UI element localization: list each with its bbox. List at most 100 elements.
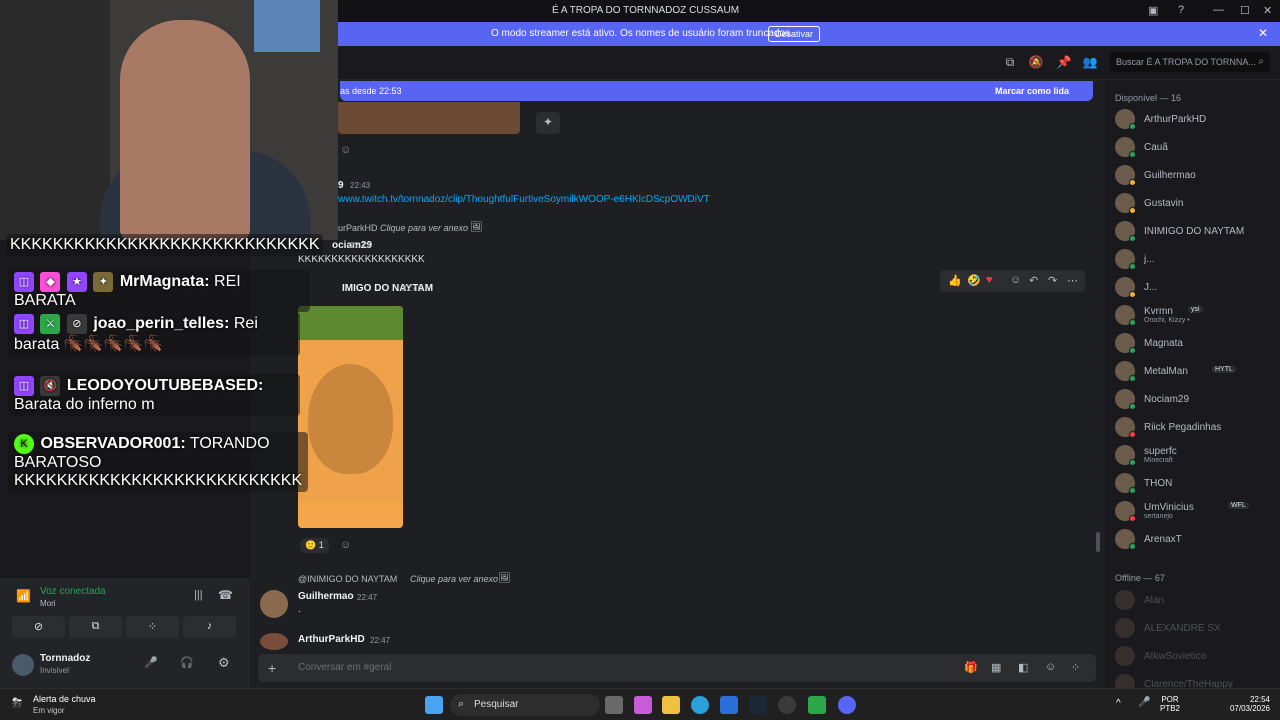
reply-icon[interactable]: ↶ [1029, 274, 1038, 287]
help-icon[interactable]: ? [1178, 4, 1184, 16]
member-item[interactable]: Magnata [1111, 330, 1276, 356]
voice-channel[interactable]: Mori [40, 599, 56, 608]
clip-link[interactable]: www.twitch.tv/tornnadoz/clip/ThoughtfulF… [338, 194, 710, 205]
message-author[interactable]: Guilhermao [298, 591, 354, 602]
add-reaction-icon[interactable]: ☺ [1010, 274, 1021, 286]
store-icon[interactable] [720, 696, 738, 714]
add-reaction-icon[interactable]: ☺ [340, 539, 351, 551]
member-list-icon[interactable]: 👥 [1082, 55, 1098, 71]
disconnect-icon[interactable]: ☎ [218, 588, 233, 602]
member-item[interactable]: UmVinicius WFL sertanejo [1111, 498, 1276, 524]
notifications-icon[interactable]: 🔕 [1028, 55, 1044, 71]
attachment-image[interactable] [338, 102, 520, 134]
steam-icon[interactable] [749, 696, 767, 714]
member-item[interactable]: J... [1111, 274, 1276, 300]
soundboard-button[interactable]: ♪ [183, 616, 236, 638]
reaction-chip[interactable]: 🙂 1 [300, 538, 329, 553]
message-time: 22:47 [357, 593, 378, 602]
member-item[interactable]: superfc Minecraft [1111, 442, 1276, 468]
avatar[interactable] [260, 590, 288, 618]
reply-author[interactable]: urParkHD [338, 223, 378, 233]
taskbar-search[interactable]: ⌕ Pesquisar [450, 694, 600, 716]
chevron-up-icon[interactable]: ^ [1116, 698, 1121, 709]
headphones-icon[interactable]: 🎧 [180, 656, 194, 669]
threads-icon[interactable]: ⧉ [1002, 55, 1018, 71]
member-item[interactable]: AtkwSovietico [1111, 643, 1276, 669]
emoji-icon[interactable]: ☺ [1045, 661, 1056, 673]
member-item[interactable]: j... [1111, 246, 1276, 272]
pin-icon[interactable]: 📌 [1056, 55, 1072, 71]
language-indicator[interactable]: POR PTB2 [1160, 695, 1180, 713]
inbox-icon[interactable]: ▣ [1148, 4, 1158, 17]
reply-text[interactable]: Clique para ver anexo [380, 223, 468, 233]
game-screenshot-image[interactable] [298, 306, 403, 528]
sparkle-icon[interactable]: ✦ [536, 112, 560, 134]
close-window-button[interactable]: ✕ [1263, 4, 1272, 17]
member-item[interactable]: MetalMan HYTL [1111, 358, 1276, 384]
member-item[interactable]: ALEXANDRE SX [1111, 615, 1276, 641]
task-view-icon[interactable] [605, 696, 623, 714]
forward-icon[interactable]: ↷ [1048, 274, 1057, 287]
settings-icon[interactable]: ⚙ [218, 655, 230, 671]
new-messages-bar[interactable]: as desde 22:53 Marcar como lida [340, 81, 1093, 101]
maximize-button[interactable]: ☐ [1240, 4, 1250, 17]
discord-icon[interactable] [838, 696, 856, 714]
avatar[interactable] [260, 633, 288, 650]
member-item[interactable]: ArenaxT [1111, 526, 1276, 552]
member-item[interactable]: Riick Pegadinhas [1111, 414, 1276, 440]
message-author[interactable]: 9 [338, 180, 344, 191]
camera-off-button[interactable]: ⊘ [12, 616, 65, 638]
xbox-icon[interactable] [808, 696, 826, 714]
start-button[interactable] [425, 696, 443, 714]
copilot-icon[interactable] [634, 696, 652, 714]
member-item[interactable]: Nociam29 [1111, 386, 1276, 412]
twitch-username: joao_perin_telles: [93, 315, 230, 333]
more-icon[interactable]: ⋯ [1067, 274, 1078, 287]
member-item[interactable]: Gustavin [1111, 190, 1276, 216]
mark-as-read-button[interactable]: Marcar como lida [995, 86, 1069, 96]
member-item[interactable]: INIMIGO DO NAYTAM [1111, 218, 1276, 244]
laugh-emoji-icon[interactable]: 🤣 [967, 274, 981, 287]
disable-streamer-mode-button[interactable]: Desativar [768, 26, 821, 42]
message-author[interactable]: ArthurParkHD [298, 634, 365, 645]
obs-icon[interactable] [778, 696, 796, 714]
thumbs-up-icon[interactable]: 👍 [948, 274, 962, 287]
avatar [1115, 618, 1135, 638]
search-input[interactable]: Buscar É A TROPA DO TORNNA... ⌕ [1110, 52, 1270, 72]
clock[interactable]: 22:54 07/03/2026 [1226, 695, 1270, 713]
message-input[interactable]: Conversar em #geral [298, 662, 391, 673]
gif-icon[interactable]: ▦ [991, 661, 1001, 674]
sticker-icon[interactable]: ◧ [1018, 661, 1028, 674]
apps-icon[interactable]: ⁘ [1071, 661, 1080, 674]
voice-status[interactable]: Voz conectada [40, 586, 106, 597]
member-item[interactable]: THON [1111, 470, 1276, 496]
minimize-button[interactable]: — [1213, 4, 1224, 16]
activities-button[interactable]: ⁘ [126, 616, 179, 638]
member-name: Kvrmn [1144, 306, 1173, 317]
file-explorer-icon[interactable] [662, 696, 680, 714]
member-item[interactable]: ArthurParkHD [1111, 106, 1276, 132]
heart-icon[interactable]: ♥ [986, 274, 993, 286]
screen-share-button[interactable]: ⧉ [69, 616, 122, 638]
scrollbar[interactable] [1096, 532, 1100, 552]
search-icon: ⌕ [1258, 56, 1264, 67]
weather-title[interactable]: Alerta de chuva [33, 694, 96, 704]
member-item[interactable]: Kvrmn ysi Orochi, Kizzy • [1111, 302, 1276, 328]
edge-icon[interactable] [691, 696, 709, 714]
reply-author[interactable]: @INIMIGO DO NAYTAM [298, 574, 397, 584]
reply-text[interactable]: Clique para ver anexo [410, 574, 498, 584]
member-item[interactable]: Guilhermao [1111, 162, 1276, 188]
user-name[interactable]: Tornnadoz [40, 653, 90, 664]
member-item[interactable]: Cauã [1111, 134, 1276, 160]
avatar[interactable] [12, 654, 34, 676]
close-icon[interactable]: ✕ [1258, 26, 1268, 40]
microphone-icon[interactable]: 🎤 [1138, 697, 1150, 708]
member-item[interactable]: Alan [1111, 587, 1276, 613]
attach-plus-icon[interactable]: + [268, 660, 276, 676]
gift-icon[interactable]: 🎁 [964, 661, 978, 674]
add-reaction-icon[interactable]: ☺ [340, 144, 351, 156]
noise-suppression-icon[interactable]: ||| [194, 589, 203, 601]
signal-icon[interactable]: 📶 [16, 589, 31, 603]
microphone-icon[interactable]: 🎤 [144, 656, 158, 669]
weather-alert-icon[interactable]: ⛈ [12, 695, 22, 711]
